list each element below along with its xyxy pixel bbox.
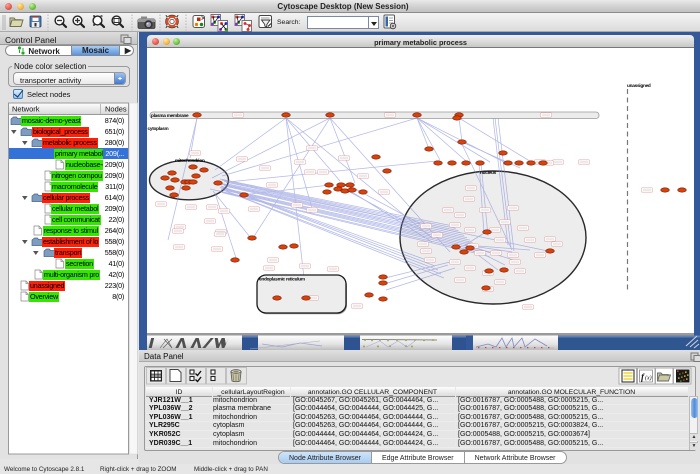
svg-text:nucleus: nucleus bbox=[480, 170, 497, 175]
svg-text:unassigned: unassigned bbox=[627, 83, 651, 88]
svg-text:plasma membrane: plasma membrane bbox=[151, 113, 189, 118]
svg-text:endoplasmic reticulum: endoplasmic reticulum bbox=[259, 277, 305, 282]
svg-text:Network: Network bbox=[12, 105, 40, 114]
svg-text:(x): (x) bbox=[645, 375, 652, 382]
svg-text:cytoplasm: cytoplasm bbox=[148, 126, 169, 131]
svg-text:Nodes: Nodes bbox=[105, 105, 127, 114]
svg-text:mitochondrion: mitochondrion bbox=[175, 158, 205, 163]
